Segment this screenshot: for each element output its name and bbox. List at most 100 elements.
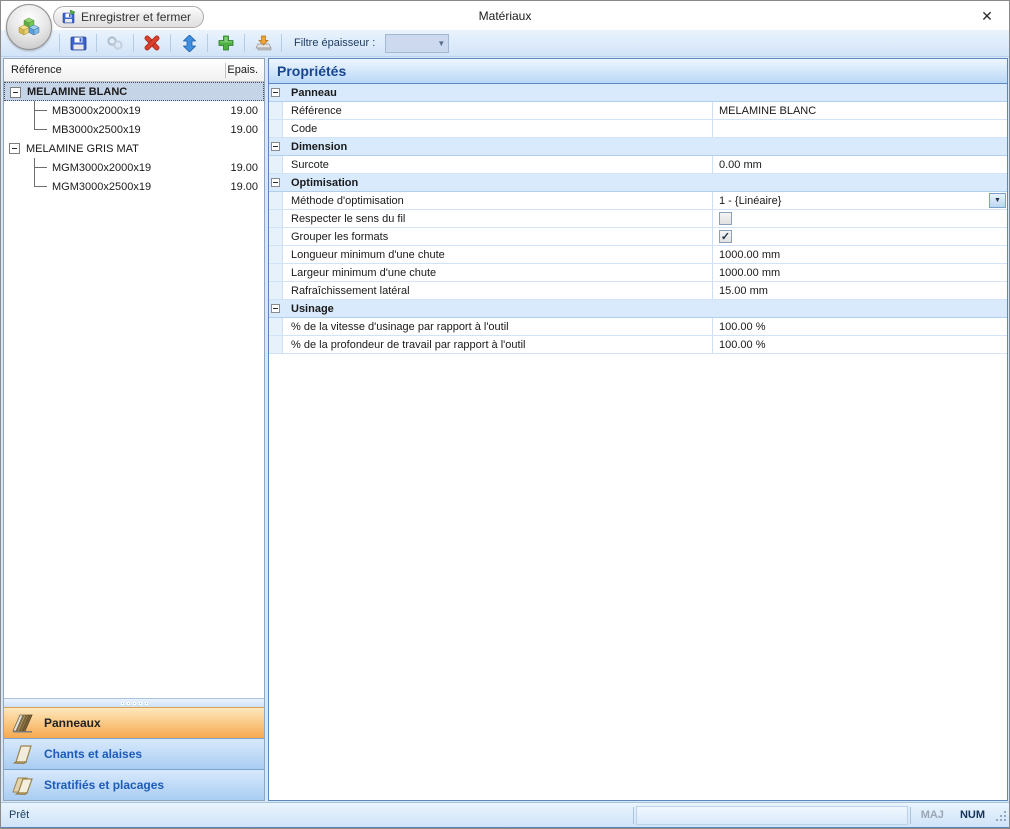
section-row-dimension[interactable]: Dimension bbox=[269, 138, 1007, 156]
statusbar: Prêt MAJ NUM bbox=[1, 802, 1009, 827]
checkbox[interactable] bbox=[719, 230, 732, 243]
property-row-grouper-formats: Grouper les formats bbox=[269, 228, 1007, 246]
nav-item-stratifies-et-placages[interactable]: Stratifiés et placages bbox=[4, 769, 264, 800]
property-value: 15.00 mm bbox=[719, 284, 768, 297]
property-value-field[interactable]: 100.00 % bbox=[713, 318, 1007, 335]
property-row-respecter-sens-fil: Respecter le sens du fil bbox=[269, 210, 1007, 228]
link-button[interactable] bbox=[103, 32, 127, 54]
move-up-down-button[interactable] bbox=[177, 32, 201, 54]
properties-title: Propriétés bbox=[277, 63, 347, 79]
tree-row[interactable]: MGM3000x2000x19 19.00 bbox=[4, 158, 264, 177]
tree-row-label: MELAMINE GRIS MAT bbox=[26, 142, 139, 155]
property-value: 1 - {Linéaire} bbox=[719, 194, 782, 207]
chevron-down-icon: ▼ bbox=[994, 197, 1001, 204]
section-label: Optimisation bbox=[291, 176, 359, 189]
laminate-icon bbox=[10, 773, 36, 797]
property-value-field[interactable]: 0.00 mm bbox=[713, 156, 1007, 173]
save-and-close-button[interactable]: Enregistrer et fermer bbox=[53, 6, 205, 28]
panels-icon bbox=[10, 711, 36, 735]
tree-row-thickness: 19.00 bbox=[230, 123, 258, 136]
section-row-optimisation[interactable]: Optimisation bbox=[269, 174, 1007, 192]
property-value-field[interactable]: 1000.00 mm bbox=[713, 264, 1007, 281]
tree-connector bbox=[34, 186, 47, 187]
property-value-field[interactable]: 100.00 % bbox=[713, 336, 1007, 353]
property-value-field[interactable]: MELAMINE BLANC bbox=[713, 102, 1007, 119]
property-value-field[interactable]: 15.00 mm bbox=[713, 282, 1007, 299]
tree-row[interactable]: MB3000x2500x19 19.00 bbox=[4, 120, 264, 139]
toolbar-separator bbox=[170, 34, 171, 52]
status-inset-panel bbox=[635, 805, 908, 825]
resize-grip[interactable] bbox=[993, 808, 1007, 822]
add-button[interactable] bbox=[214, 32, 238, 54]
property-row-methode-optimisation: Méthode d'optimisation 1 - {Linéaire} ▼ bbox=[269, 192, 1007, 210]
nav-splitter-handle[interactable] bbox=[4, 698, 264, 707]
checkbox[interactable] bbox=[719, 212, 732, 225]
delete-icon bbox=[144, 35, 160, 51]
nav-item-chants-et-alaises[interactable]: Chants et alaises bbox=[4, 738, 264, 769]
edgeband-icon bbox=[10, 742, 36, 766]
caps-lock-indicator: MAJ bbox=[920, 809, 944, 821]
property-value-field[interactable]: 1 - {Linéaire} ▼ bbox=[713, 192, 1007, 209]
property-value-field[interactable]: 1000.00 mm bbox=[713, 246, 1007, 263]
close-button[interactable]: ✕ bbox=[977, 7, 997, 25]
toolbar-separator bbox=[244, 34, 245, 52]
tree-body: MELAMINE BLANC MB3000x2000x19 19.00 MB30… bbox=[4, 82, 264, 698]
property-row-longueur-min-chute: Longueur minimum d'une chute 1000.00 mm bbox=[269, 246, 1007, 264]
cubes-logo-icon bbox=[15, 13, 43, 41]
property-value-field[interactable] bbox=[713, 120, 1007, 137]
collapse-icon[interactable] bbox=[10, 87, 21, 98]
collapse-icon[interactable] bbox=[9, 143, 20, 154]
reference-column-header[interactable]: Référence bbox=[4, 64, 225, 76]
property-value: 1000.00 mm bbox=[719, 248, 781, 261]
section-row-usinage[interactable]: Usinage bbox=[269, 300, 1007, 318]
tree-connector bbox=[34, 129, 47, 130]
property-row-surcote: Surcote 0.00 mm bbox=[269, 156, 1007, 174]
property-label: Méthode d'optimisation bbox=[283, 192, 713, 209]
tree-row-group[interactable]: MELAMINE GRIS MAT bbox=[4, 139, 264, 158]
export-button[interactable] bbox=[251, 32, 275, 54]
collapse-icon[interactable] bbox=[271, 178, 280, 187]
tree-header: Référence Epais. bbox=[4, 59, 264, 82]
tree-row[interactable]: MGM3000x2500x19 19.00 bbox=[4, 177, 264, 196]
tree-connector bbox=[34, 167, 47, 168]
property-value: 100.00 % bbox=[719, 320, 766, 333]
materials-tree-panel: Référence Epais. MELAMINE BLANC MB3000x2… bbox=[3, 58, 265, 801]
collapse-icon[interactable] bbox=[271, 304, 280, 313]
thickness-column-header[interactable]: Epais. bbox=[226, 64, 264, 76]
collapse-icon[interactable] bbox=[271, 142, 280, 151]
property-label: Surcote bbox=[283, 156, 713, 173]
materials-dialog-window: Matériaux ✕ Enregistrer et fermer Filtre… bbox=[0, 0, 1010, 829]
property-label: Référence bbox=[283, 102, 713, 119]
status-divider bbox=[909, 806, 911, 824]
tree-row-thickness: 19.00 bbox=[230, 161, 258, 174]
nav-item-label: Chants et alaises bbox=[44, 747, 143, 761]
status-ready-text: Prêt bbox=[9, 809, 30, 821]
delete-button[interactable] bbox=[140, 32, 164, 54]
application-menu-button[interactable] bbox=[6, 4, 52, 50]
property-row-profondeur-travail: % de la profondeur de travail par rappor… bbox=[269, 336, 1007, 354]
export-icon bbox=[254, 35, 272, 51]
status-divider bbox=[632, 806, 634, 824]
tree-row-group[interactable]: MELAMINE BLANC bbox=[4, 82, 264, 101]
toolbar-separator bbox=[59, 34, 60, 52]
property-label: Longueur minimum d'une chute bbox=[283, 246, 713, 263]
property-value: 1000.00 mm bbox=[719, 266, 781, 279]
filter-thickness-combobox[interactable]: ▼ bbox=[385, 33, 450, 53]
dropdown-button[interactable]: ▼ bbox=[989, 193, 1006, 208]
property-row-largeur-min-chute: Largeur minimum d'une chute 1000.00 mm bbox=[269, 264, 1007, 282]
nav-item-label: Panneaux bbox=[44, 716, 101, 730]
section-row-panneau[interactable]: Panneau bbox=[269, 84, 1007, 102]
property-grid: Panneau Référence MELAMINE BLANC Code Di… bbox=[269, 84, 1007, 354]
move-up-down-icon bbox=[182, 34, 196, 52]
tree-row[interactable]: MB3000x2000x19 19.00 bbox=[4, 101, 264, 120]
section-label: Dimension bbox=[291, 140, 348, 153]
collapse-icon[interactable] bbox=[271, 88, 280, 97]
save-button[interactable] bbox=[66, 32, 90, 54]
toolbar-separator bbox=[281, 34, 282, 52]
tree-row-label: MELAMINE BLANC bbox=[27, 85, 128, 98]
save-close-label: Enregistrer et fermer bbox=[81, 10, 192, 24]
nav-item-panneaux[interactable]: Panneaux bbox=[4, 707, 264, 738]
section-label: Panneau bbox=[291, 86, 337, 99]
num-lock-indicator: NUM bbox=[959, 809, 985, 821]
property-label: Largeur minimum d'une chute bbox=[283, 264, 713, 281]
